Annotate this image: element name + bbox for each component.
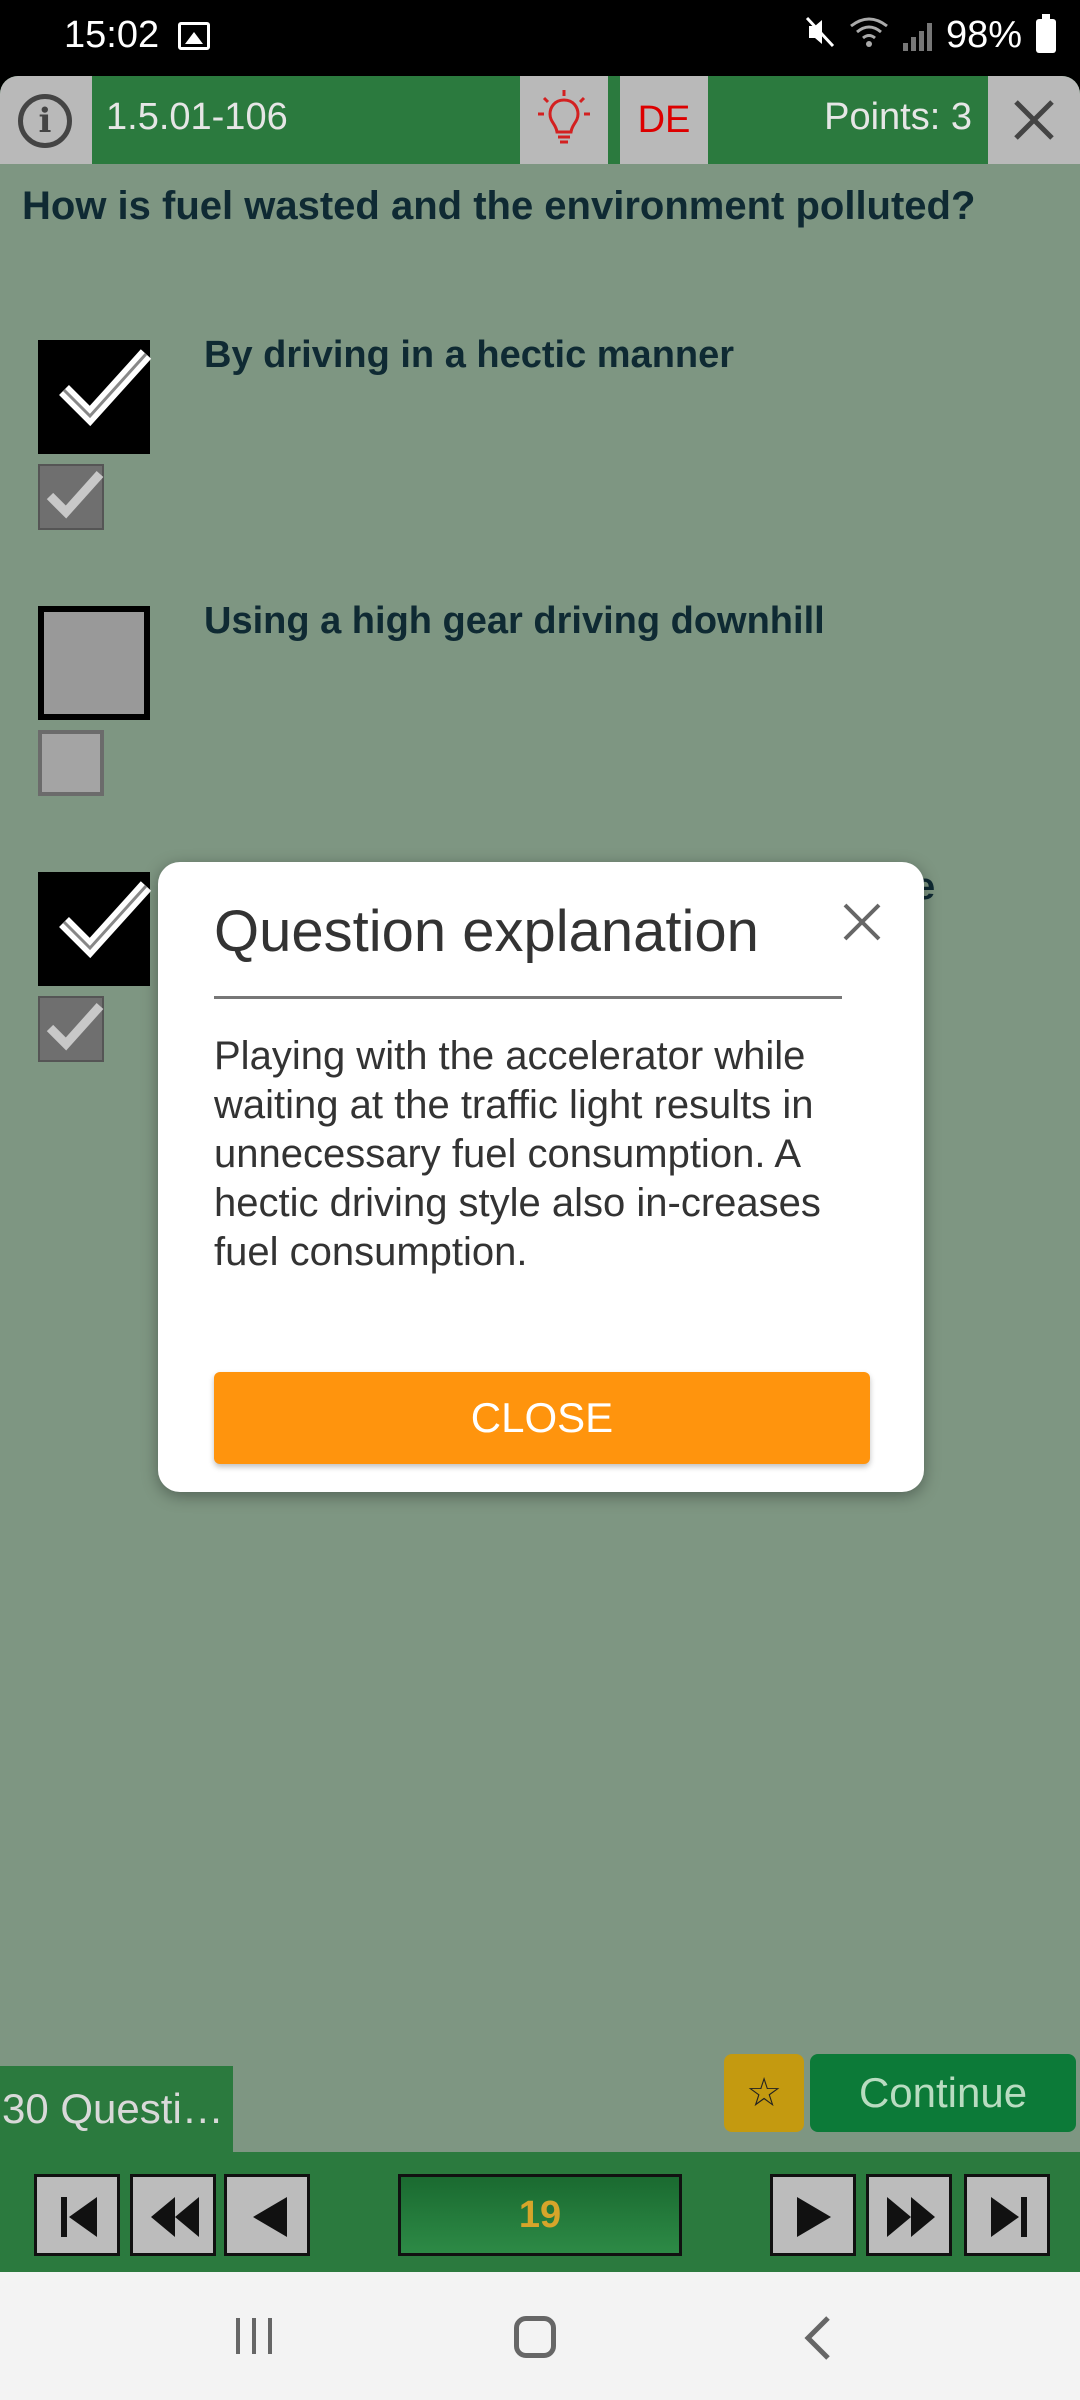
rewind-button[interactable] [130, 2174, 216, 2256]
close-icon [843, 903, 881, 941]
system-navigation-bar [0, 2272, 1080, 2400]
last-question-button[interactable] [964, 2174, 1050, 2256]
checkmark-icon [59, 881, 152, 959]
status-icons: 98% [805, 13, 1056, 57]
explanation-dialog: Question explanation Playing with the ac… [158, 862, 924, 1492]
answer-text: By driving in a hectic manner [204, 334, 735, 376]
mute-icon [805, 16, 835, 56]
answer-checkbox[interactable] [38, 606, 150, 720]
dialog-close-action-button[interactable]: CLOSE [214, 1372, 870, 1464]
star-button[interactable]: ☆ [724, 2054, 804, 2132]
question-navigation: 19 [0, 2152, 1080, 2272]
wifi-icon [849, 16, 889, 56]
dialog-close-button[interactable] [842, 902, 882, 947]
top-bar: i 1.5.01-106 DE Points: 3 [0, 76, 1080, 164]
next-button[interactable] [770, 2174, 856, 2256]
previous-icon [253, 2197, 287, 2237]
lightbulb-icon [538, 90, 590, 144]
page-number[interactable]: 19 [398, 2174, 682, 2256]
close-icon [1014, 100, 1054, 140]
star-icon: ☆ [746, 2071, 782, 2115]
solution-checkbox [38, 464, 104, 530]
checkmark-icon [46, 470, 104, 519]
home-icon[interactable] [514, 2316, 556, 2358]
previous-button[interactable] [224, 2174, 310, 2256]
checkmark-icon [46, 1002, 104, 1051]
signal-icon [902, 21, 932, 51]
close-quiz-button[interactable] [988, 76, 1080, 164]
next-icon [797, 2197, 831, 2237]
dialog-divider [214, 996, 842, 999]
battery-percent: 98% [945, 14, 1022, 56]
language-button[interactable]: DE [620, 76, 708, 164]
status-bar: 15:02 98% [0, 0, 1080, 76]
image-icon [178, 22, 210, 50]
recent-apps-icon[interactable] [232, 2316, 276, 2356]
info-button[interactable]: i [0, 76, 92, 164]
question-id: 1.5.01-106 [106, 96, 288, 138]
battery-icon [1036, 13, 1056, 53]
continue-button[interactable]: Continue [810, 2054, 1076, 2132]
checkmark-icon [59, 349, 152, 427]
answer-text: Using a high gear driving downhill [204, 600, 825, 642]
answer-checkbox[interactable] [38, 340, 152, 454]
hint-button[interactable] [520, 76, 608, 164]
fast-forward-button[interactable] [866, 2174, 952, 2256]
answer-checkbox[interactable] [38, 872, 152, 986]
last-icon [991, 2197, 1027, 2237]
answer-option[interactable]: Using a high gear driving downhill [0, 600, 1080, 836]
points-label: Points: 3 [824, 96, 972, 138]
answer-option[interactable]: By driving in a hectic manner [0, 334, 1080, 570]
first-icon [61, 2197, 97, 2237]
info-icon: i [18, 94, 72, 148]
dialog-body: Playing with the accelerator while waiti… [214, 1034, 821, 1274]
back-icon[interactable] [800, 2316, 836, 2360]
question-count-button[interactable]: 30 Questi… [0, 2066, 236, 2152]
fast-forward-icon [887, 2197, 935, 2237]
first-question-button[interactable] [34, 2174, 120, 2256]
rewind-icon [151, 2197, 199, 2237]
dialog-title: Question explanation [214, 899, 759, 964]
status-time: 15:02 [64, 14, 160, 56]
solution-checkbox [38, 996, 104, 1062]
solution-checkbox [38, 730, 104, 796]
question-text: How is fuel wasted and the environment p… [22, 184, 976, 228]
